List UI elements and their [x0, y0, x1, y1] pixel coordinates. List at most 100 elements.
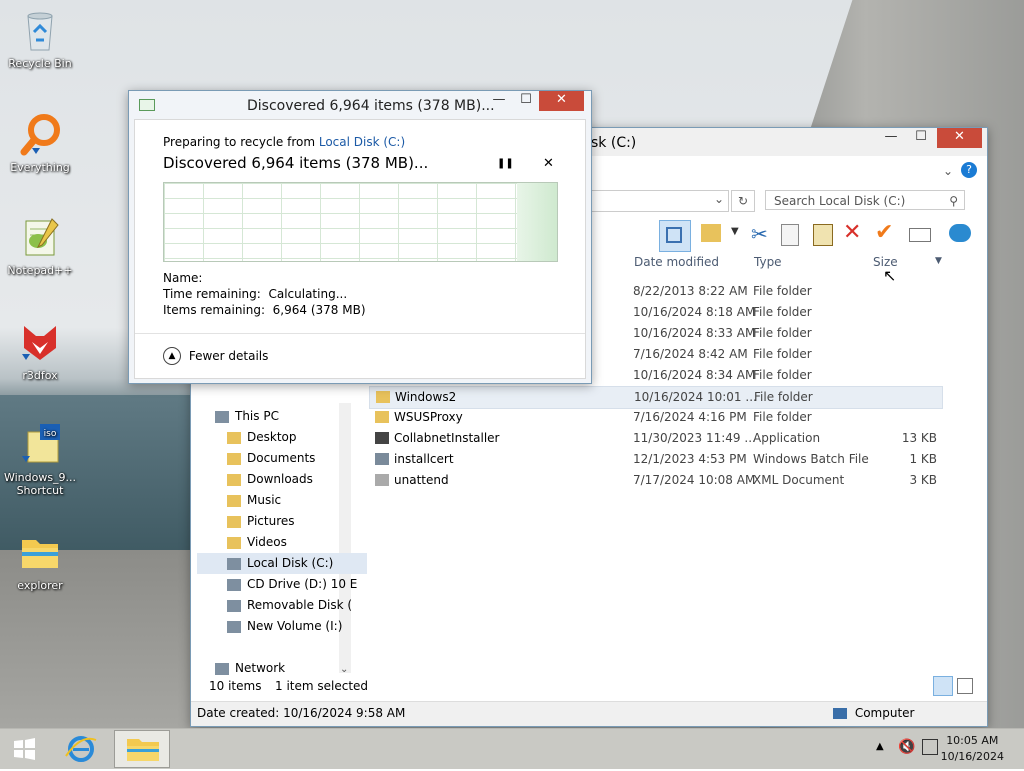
desktop-icon-recycle-bin[interactable]: Recycle Bin — [0, 8, 80, 70]
file-type: File folder — [753, 368, 812, 382]
taskbar-internet-explorer[interactable] — [58, 730, 104, 768]
ribbon-expand-chevron-icon[interactable]: ⌄ — [943, 164, 953, 178]
refresh-button[interactable]: ↻ — [731, 190, 755, 212]
file-date: 12/1/2023 4:53 PM — [633, 452, 747, 466]
desktop-icon-explorer[interactable]: explorer — [0, 530, 80, 592]
pc-icon — [215, 410, 229, 423]
computer-label: Computer — [854, 706, 915, 720]
nav-item[interactable]: CD Drive (D:) 10 E — [227, 574, 357, 595]
rename-check-icon[interactable]: ✔ — [875, 220, 893, 245]
time-remaining-label: Time remaining: — [163, 287, 261, 301]
svg-text:iso: iso — [44, 429, 57, 439]
properties-dropdown-icon[interactable]: ▼ — [731, 226, 739, 237]
desktop-icon-label: explorer — [17, 579, 63, 592]
file-row[interactable]: installcert 12/1/2023 4:53 PM Windows Batc… — [369, 449, 941, 470]
file-row[interactable]: Windows2 10/16/2024 10:01 ... File folder — [369, 386, 943, 409]
folder-icon — [22, 540, 58, 568]
collapse-chevron-icon: ▲ — [163, 347, 181, 365]
recycle-progress-dialog[interactable]: Discovered 6,964 items (378 MB)... — ☐ ✕… — [128, 90, 592, 384]
file-row[interactable]: unattend 7/17/2024 10:08 AM XML Document 3 … — [369, 470, 941, 491]
column-header-type[interactable]: Type — [754, 255, 782, 269]
nav-item[interactable]: Videos — [227, 532, 287, 553]
details-view-button[interactable] — [933, 676, 953, 696]
dialog-title-bar[interactable]: Discovered 6,964 items (378 MB)... — ☐ ✕ — [129, 91, 591, 119]
file-row[interactable]: CollabnetInstaller 11/30/2023 11:49 ... Ap… — [369, 428, 941, 449]
nav-item-label: Videos — [247, 535, 287, 549]
address-bar[interactable]: ⌄ — [591, 190, 729, 212]
desktop-icon-r3dfox[interactable]: r3dfox — [0, 320, 80, 382]
clock[interactable]: 10:05 AM 10/16/2024 — [941, 733, 1004, 765]
nav-item-label: CD Drive (D:) 10 E — [247, 577, 358, 591]
search-input[interactable]: Search Local Disk (C:) ⚲ — [765, 190, 965, 210]
dialog-close-button[interactable]: ✕ — [539, 91, 584, 111]
cancel-button[interactable]: ✕ — [543, 156, 554, 171]
pause-button[interactable]: ❚❚ — [497, 158, 514, 169]
help-icon[interactable]: ? — [961, 162, 977, 178]
nav-item[interactable]: This PC — [215, 406, 279, 427]
desktop-icon-label: r3dfox — [22, 369, 58, 382]
close-button[interactable]: ✕ — [937, 128, 982, 148]
progress-heading: Discovered 6,964 items (378 MB)... — [163, 154, 429, 172]
computer-icon — [833, 708, 847, 719]
status-selected-count: 1 item selected — [275, 679, 369, 693]
nav-item[interactable]: Removable Disk ( — [227, 595, 352, 616]
nav-item[interactable]: Network — [215, 658, 285, 679]
clock-date: 10/16/2024 — [940, 750, 1004, 763]
nav-item[interactable]: Local Disk (C:) — [197, 553, 367, 574]
videos-folder-icon — [227, 536, 241, 549]
file-name: CollabnetInstaller — [394, 431, 500, 445]
file-name: unattend — [394, 473, 449, 487]
file-row[interactable]: WSUSProxy 7/16/2024 4:16 PM File folder — [369, 407, 941, 428]
start-button[interactable] — [4, 730, 44, 768]
file-name: WSUSProxy — [394, 410, 463, 424]
column-header-date[interactable]: Date modified — [634, 255, 719, 269]
nav-item-label: This PC — [235, 409, 279, 423]
file-date: 7/16/2024 8:42 AM — [633, 347, 748, 361]
globe-icon[interactable] — [949, 224, 971, 242]
nav-item[interactable]: Desktop — [227, 427, 297, 448]
cut-icon[interactable]: ✂ — [751, 222, 768, 246]
address-dropdown-chevron-icon[interactable]: ⌄ — [714, 192, 724, 206]
nav-item[interactable]: Documents — [227, 448, 315, 469]
dialog-minimize-button[interactable]: — — [485, 91, 513, 111]
music-folder-icon — [227, 494, 241, 507]
drive-icon — [227, 620, 241, 633]
nav-item[interactable]: Downloads — [227, 469, 313, 490]
desktop-icon-notepad-plus-plus[interactable]: Notepad++ — [0, 215, 80, 277]
documents-folder-icon — [227, 452, 241, 465]
preview-pane-button[interactable] — [659, 220, 691, 252]
network-tray-icon[interactable] — [922, 739, 938, 755]
details-status-bar: Date created: 10/16/2024 9:58 AM Compute… — [191, 701, 987, 726]
batch-file-icon — [375, 453, 389, 465]
properties-folder-icon[interactable] — [701, 224, 721, 242]
desktop-icon-everything[interactable]: Everything — [0, 112, 80, 174]
desktop-icon-label: Recycle Bin — [8, 57, 72, 70]
desktop-icon-label: Everything — [10, 161, 70, 174]
fewer-details-button[interactable]: ▲ Fewer details — [163, 347, 268, 365]
file-date: 10/16/2024 8:34 AM — [633, 368, 756, 382]
source-location-link[interactable]: Local Disk (C:) — [319, 135, 405, 149]
folder-icon — [376, 391, 390, 403]
delete-icon[interactable]: ✕ — [843, 220, 861, 245]
sort-dropdown-icon[interactable]: ▼ — [935, 256, 942, 266]
copy-icon[interactable] — [781, 224, 799, 246]
desktop-icon-iso-shortcut[interactable]: iso Windows_9... Shortcut — [0, 422, 80, 497]
file-type: File folder — [753, 305, 812, 319]
time-remaining-value: Calculating... — [268, 287, 348, 301]
iso-shortcut-icon: iso — [22, 424, 60, 463]
large-icons-view-button[interactable] — [957, 678, 973, 694]
show-hidden-icons-icon[interactable]: ▲ — [876, 741, 884, 752]
nav-item[interactable]: New Volume (I:) — [227, 616, 342, 637]
maximize-button[interactable]: ☐ — [907, 128, 935, 148]
nav-item[interactable]: Music — [227, 490, 281, 511]
dialog-maximize-button[interactable]: ☐ — [512, 91, 540, 111]
paste-icon[interactable] — [813, 224, 833, 246]
nav-item[interactable]: Pictures — [227, 511, 295, 532]
items-remaining-row: Items remaining: 6,964 (378 MB) — [163, 303, 366, 317]
volume-muted-icon[interactable]: 🔇 — [898, 739, 915, 755]
nav-scroll-down-icon[interactable]: ⌄ — [340, 664, 348, 675]
rename-field-icon[interactable] — [909, 228, 931, 242]
taskbar-file-explorer[interactable] — [114, 730, 170, 768]
minimize-button[interactable]: — — [877, 128, 905, 148]
desktop-icon-label-2: Shortcut — [16, 484, 64, 497]
